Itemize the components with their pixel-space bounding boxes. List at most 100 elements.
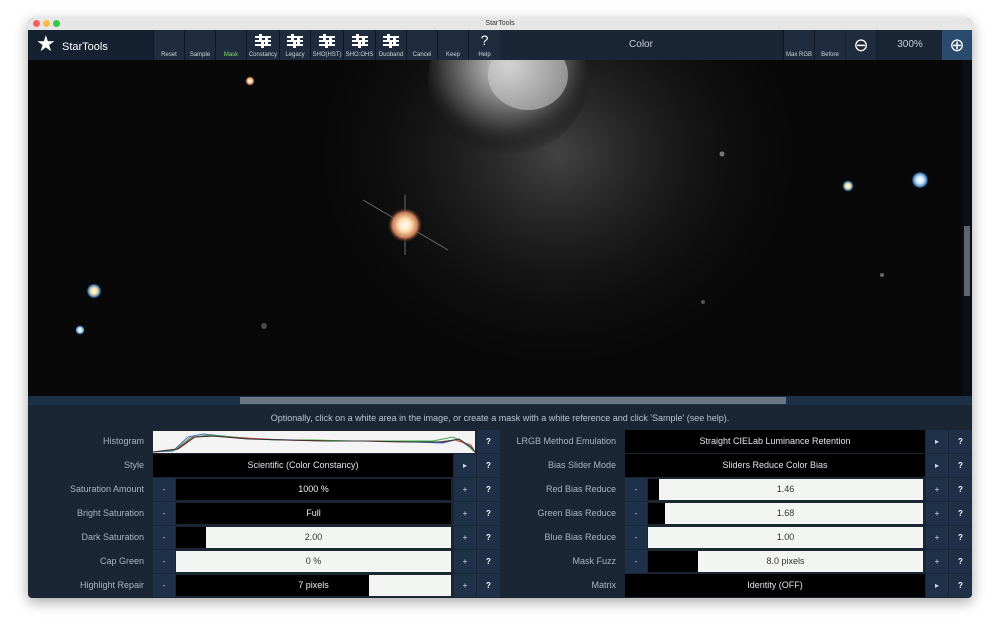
slider-value: 8.0 pixels — [766, 556, 805, 566]
param-row-red-bias-reduce: Red Bias Reduce - 1.46 + ? — [500, 478, 972, 501]
help-button[interactable]: ? — [477, 454, 500, 477]
increment-button[interactable]: + — [454, 502, 476, 525]
param-label: Blue Bias Reduce — [544, 532, 616, 542]
matrix-next-button[interactable]: ▸ — [926, 574, 948, 597]
max-rgb-button[interactable]: Max RGB — [783, 30, 814, 60]
image-canvas[interactable] — [28, 60, 972, 398]
increment-button[interactable]: + — [926, 502, 948, 525]
decrement-button[interactable]: - — [625, 550, 647, 573]
vertical-scrollbar[interactable] — [962, 60, 972, 398]
increment-button[interactable]: + — [454, 550, 476, 573]
legacy-preset-button[interactable]: Legacy — [279, 30, 310, 60]
help-button[interactable]: ? — [949, 430, 972, 453]
increment-button[interactable]: + — [926, 550, 948, 573]
decrement-button[interactable]: - — [625, 526, 647, 549]
help-button[interactable]: ? — [949, 478, 972, 501]
param-label: Cap Green — [99, 556, 144, 566]
decrement-button[interactable]: - — [153, 574, 175, 597]
increment-button[interactable]: + — [454, 526, 476, 549]
help-button[interactable]: ? — [477, 550, 500, 573]
mask-fuzz-slider[interactable]: 8.0 pixels — [648, 551, 923, 572]
sample-button[interactable]: Sample — [184, 30, 215, 60]
style-next-button[interactable]: ▸ — [454, 454, 476, 477]
increment-button[interactable]: + — [454, 574, 476, 597]
slider-value: 1.00 — [776, 532, 795, 542]
param-label: Mask Fuzz — [572, 556, 616, 566]
histogram-display — [153, 431, 475, 453]
green-bias-reduce-slider[interactable]: 1.68 — [648, 503, 923, 524]
increment-button[interactable]: + — [926, 478, 948, 501]
help-button[interactable]: ? Help — [468, 30, 500, 60]
decrement-button[interactable]: - — [153, 502, 175, 525]
help-button[interactable]: ? — [477, 430, 500, 453]
cancel-label: Cancel — [412, 52, 432, 58]
slider-value: 1.46 — [776, 484, 795, 494]
increment-button[interactable]: + — [454, 478, 476, 501]
help-button[interactable]: ? — [477, 478, 500, 501]
play-arrow-icon: ▸ — [934, 581, 939, 590]
red-bias-reduce-slider[interactable]: 1.46 — [648, 479, 923, 500]
help-button[interactable]: ? — [949, 502, 972, 525]
horizontal-scroll-thumb[interactable] — [240, 397, 786, 404]
help-button[interactable]: ? — [949, 574, 972, 597]
keep-button[interactable]: Keep — [437, 30, 468, 60]
bright-saturation-slider[interactable]: Full — [176, 503, 451, 524]
max-rgb-label: Max RGB — [785, 52, 812, 58]
lrgb-method-next-button[interactable]: ▸ — [926, 430, 948, 453]
decrement-button[interactable]: - — [153, 550, 175, 573]
param-row-lrgb-method: LRGB Method Emulation Straight CIELab Lu… — [500, 430, 972, 453]
zoom-in-button[interactable]: ⊕ — [942, 30, 972, 60]
zoom-level: 300% — [878, 30, 942, 60]
sho-hst-preset-button[interactable]: SHO(HST) — [310, 30, 343, 60]
question-icon: ? — [480, 32, 489, 48]
help-button[interactable]: ? — [477, 502, 500, 525]
blue-bias-reduce-slider[interactable]: 1.00 — [648, 527, 923, 548]
param-label: Bright Saturation — [76, 508, 144, 518]
decrement-button[interactable]: - — [153, 478, 175, 501]
decrement-button[interactable]: - — [153, 526, 175, 549]
zoom-out-button[interactable]: ⊖ — [846, 30, 876, 60]
help-button[interactable]: ? — [949, 550, 972, 573]
param-label: Highlight Repair — [79, 580, 144, 590]
zoom-in-icon: ⊕ — [949, 35, 965, 55]
increment-button[interactable]: + — [926, 526, 948, 549]
slider-value: 2.00 — [304, 532, 323, 542]
sho-ohs-label: SHO:OHS — [345, 52, 374, 58]
before-label: Before — [821, 52, 839, 58]
cap-green-slider[interactable]: 0 % — [176, 551, 451, 572]
decrement-button[interactable]: - — [625, 502, 647, 525]
help-button[interactable]: ? — [949, 526, 972, 549]
play-arrow-icon: ▸ — [462, 461, 467, 470]
param-row-blue-bias-reduce: Blue Bias Reduce - 1.00 + ? — [500, 526, 972, 549]
saturation-amount-slider[interactable]: 1000 % — [176, 479, 451, 500]
help-label: Help — [478, 52, 491, 58]
vertical-scroll-thumb[interactable] — [964, 226, 970, 296]
cancel-button[interactable]: Cancel — [406, 30, 437, 60]
bias-slider-mode-value: Sliders Reduce Color Bias — [625, 454, 925, 477]
param-row-green-bias-reduce: Green Bias Reduce - 1.68 + ? — [500, 502, 972, 525]
param-label: Style — [123, 460, 144, 470]
before-button[interactable]: Before — [814, 30, 845, 60]
bias-slider-mode-next-button[interactable]: ▸ — [926, 454, 948, 477]
dark-saturation-slider[interactable]: 2.00 — [176, 527, 451, 548]
help-button[interactable]: ? — [477, 526, 500, 549]
param-row-highlight-repair: Highlight Repair - 7 pixels + ? — [28, 574, 500, 597]
highlight-repair-slider[interactable]: 7 pixels — [176, 575, 451, 596]
sho-ohs-preset-button[interactable]: SHO:OHS — [343, 30, 375, 60]
sample-label: Sample — [189, 52, 211, 58]
mask-button[interactable]: Mask — [215, 30, 246, 60]
duoband-preset-button[interactable]: Duoband — [375, 30, 406, 60]
horizontal-scrollbar[interactable] — [28, 396, 972, 405]
matrix-value: Identity (OFF) — [625, 574, 925, 597]
constancy-preset-button[interactable]: Constancy — [246, 30, 279, 60]
help-button[interactable]: ? — [949, 454, 972, 477]
reset-button[interactable]: Reset — [153, 30, 184, 60]
decrement-button[interactable]: - — [625, 478, 647, 501]
help-button[interactable]: ? — [477, 574, 500, 597]
slider-value: 0 % — [305, 556, 322, 566]
play-arrow-icon: ▸ — [934, 461, 939, 470]
sliders-icon — [287, 34, 303, 48]
window-title: StarTools — [485, 20, 515, 27]
param-row-cap-green: Cap Green - 0 % + ? — [28, 550, 500, 573]
play-arrow-icon: ▸ — [934, 437, 939, 446]
